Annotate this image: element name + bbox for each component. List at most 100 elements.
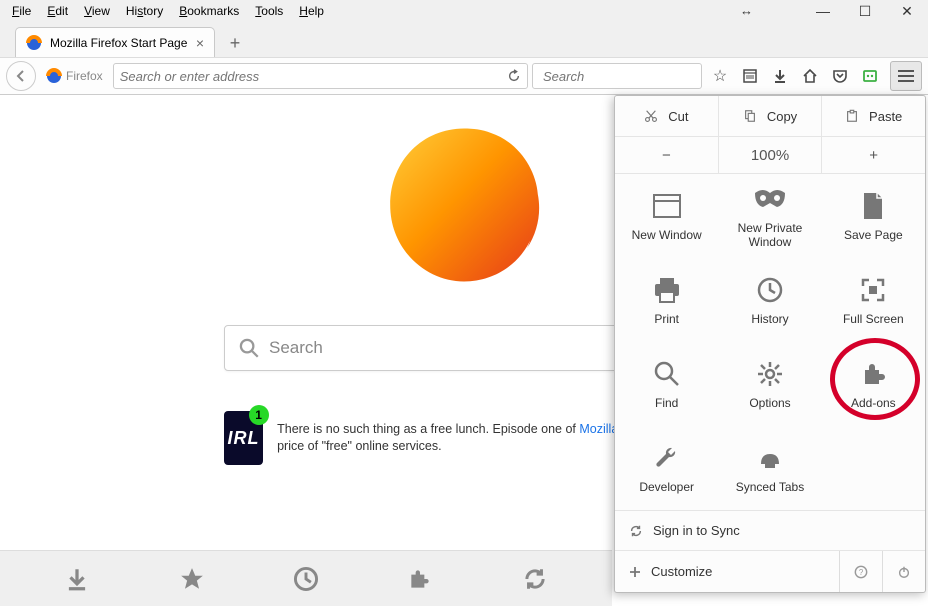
panel-edit-row: Cut Copy Paste	[615, 96, 925, 137]
plus-icon	[629, 566, 641, 578]
sync-icon	[629, 524, 643, 538]
synced-tabs-label: Synced Tabs	[736, 480, 805, 494]
menubar: File Edit View History Bookmarks Tools H…	[0, 0, 928, 22]
addons-button[interactable]: Add-ons	[822, 342, 925, 426]
navbar: Firefox ☆	[0, 57, 928, 95]
sync-shortcut[interactable]	[522, 566, 548, 592]
zoom-out-button[interactable]: −	[615, 137, 718, 173]
sync-icon	[522, 566, 548, 592]
bookmarks-shortcut[interactable]	[179, 566, 205, 592]
print-button[interactable]: Print	[615, 258, 718, 342]
bookmark-star-button[interactable]: ☆	[706, 62, 734, 90]
home-button[interactable]	[796, 62, 824, 90]
quit-button[interactable]	[882, 551, 911, 592]
save-page-button[interactable]: Save Page	[822, 174, 925, 258]
tab-close-button[interactable]: ×	[196, 35, 204, 51]
menu-file[interactable]: File	[4, 2, 39, 20]
identity-box[interactable]: Firefox	[40, 68, 109, 84]
fullscreen-button[interactable]: Full Screen	[822, 258, 925, 342]
puzzle-icon	[407, 566, 433, 592]
hamburger-menu-button[interactable]	[890, 61, 922, 91]
url-bar[interactable]	[113, 63, 528, 89]
maximize-button[interactable]: ☐	[844, 0, 886, 22]
page-icon	[861, 190, 885, 222]
gear-icon	[756, 358, 784, 390]
roboform-button[interactable]	[856, 62, 884, 90]
new-window-label: New Window	[632, 228, 702, 242]
window-controls: — ☐ ✕	[802, 0, 928, 22]
new-window-button[interactable]: New Window	[615, 174, 718, 258]
reader-view-button[interactable]	[736, 62, 764, 90]
url-input[interactable]	[120, 69, 507, 84]
panel-footer: Customize ?	[615, 550, 925, 592]
cut-button[interactable]: Cut	[615, 96, 718, 136]
irl-label: IRL	[228, 428, 260, 449]
hamburger-panel: Cut Copy Paste − 100% + New Window New P…	[614, 95, 926, 593]
identity-label: Firefox	[66, 69, 103, 83]
sign-in-label: Sign in to Sync	[653, 523, 740, 538]
menu-view[interactable]: View	[76, 2, 118, 20]
close-button[interactable]: ✕	[886, 0, 928, 22]
sidebar-icon	[742, 68, 758, 84]
roboform-icon	[862, 68, 878, 84]
history-label: History	[751, 312, 788, 326]
help-icon: ?	[854, 565, 868, 579]
history-shortcut[interactable]	[293, 566, 319, 592]
irl-badge[interactable]: IRL 1	[224, 411, 263, 465]
back-button[interactable]	[6, 61, 36, 91]
developer-label: Developer	[639, 480, 694, 494]
private-window-button[interactable]: New Private Window	[718, 174, 821, 258]
paste-button[interactable]: Paste	[821, 96, 925, 136]
minimize-button[interactable]: —	[802, 0, 844, 22]
tab-active[interactable]: Mozilla Firefox Start Page ×	[15, 27, 215, 57]
pocket-button[interactable]	[826, 62, 854, 90]
options-label: Options	[749, 396, 790, 410]
menu-help[interactable]: Help	[291, 2, 332, 20]
zoom-level[interactable]: 100%	[718, 137, 822, 173]
paste-icon	[845, 109, 859, 123]
panel-empty-slot	[822, 426, 925, 510]
clock-icon	[293, 566, 319, 592]
menu-edit[interactable]: Edit	[39, 2, 76, 20]
fullscreen-label: Full Screen	[843, 312, 904, 326]
new-tab-button[interactable]: +	[221, 29, 249, 57]
save-page-label: Save Page	[844, 228, 903, 242]
addons-label: Add-ons	[851, 396, 896, 410]
fullscreen-icon	[859, 274, 887, 306]
arrow-left-icon	[13, 68, 29, 84]
print-label: Print	[654, 312, 679, 326]
pocket-icon	[832, 68, 848, 84]
synced-tabs-button[interactable]: Synced Tabs	[718, 426, 821, 510]
find-button[interactable]: Find	[615, 342, 718, 426]
copy-button[interactable]: Copy	[718, 96, 822, 136]
star-icon	[179, 566, 205, 592]
sign-in-sync-button[interactable]: Sign in to Sync	[615, 510, 925, 550]
mask-icon	[753, 183, 787, 215]
options-button[interactable]: Options	[718, 342, 821, 426]
search-input[interactable]	[543, 69, 721, 84]
cut-icon	[644, 109, 658, 123]
help-button[interactable]: ?	[854, 565, 868, 579]
resize-handle-icon[interactable]: ↔	[740, 3, 753, 18]
zoom-in-button[interactable]: +	[821, 137, 925, 173]
menu-tools[interactable]: Tools	[247, 2, 291, 20]
power-icon	[897, 565, 911, 579]
find-label: Find	[655, 396, 678, 410]
paste-label: Paste	[869, 109, 902, 124]
history-button[interactable]: History	[718, 258, 821, 342]
snippet-toolbar	[0, 550, 612, 606]
panel-zoom-row: − 100% +	[615, 137, 925, 174]
menu-history[interactable]: History	[118, 2, 171, 20]
downloads-button[interactable]	[766, 62, 794, 90]
developer-button[interactable]: Developer	[615, 426, 718, 510]
puzzle-icon	[859, 358, 887, 390]
customize-button[interactable]: Customize	[651, 564, 712, 579]
reload-button[interactable]	[507, 69, 521, 83]
tab-strip: Mozilla Firefox Start Page × +	[0, 22, 928, 57]
clock-icon	[756, 274, 784, 306]
menu-bookmarks[interactable]: Bookmarks	[171, 2, 247, 20]
addons-shortcut[interactable]	[407, 566, 433, 592]
downloads-shortcut[interactable]	[64, 566, 90, 592]
printer-icon	[652, 274, 682, 306]
search-bar[interactable]	[532, 63, 702, 89]
